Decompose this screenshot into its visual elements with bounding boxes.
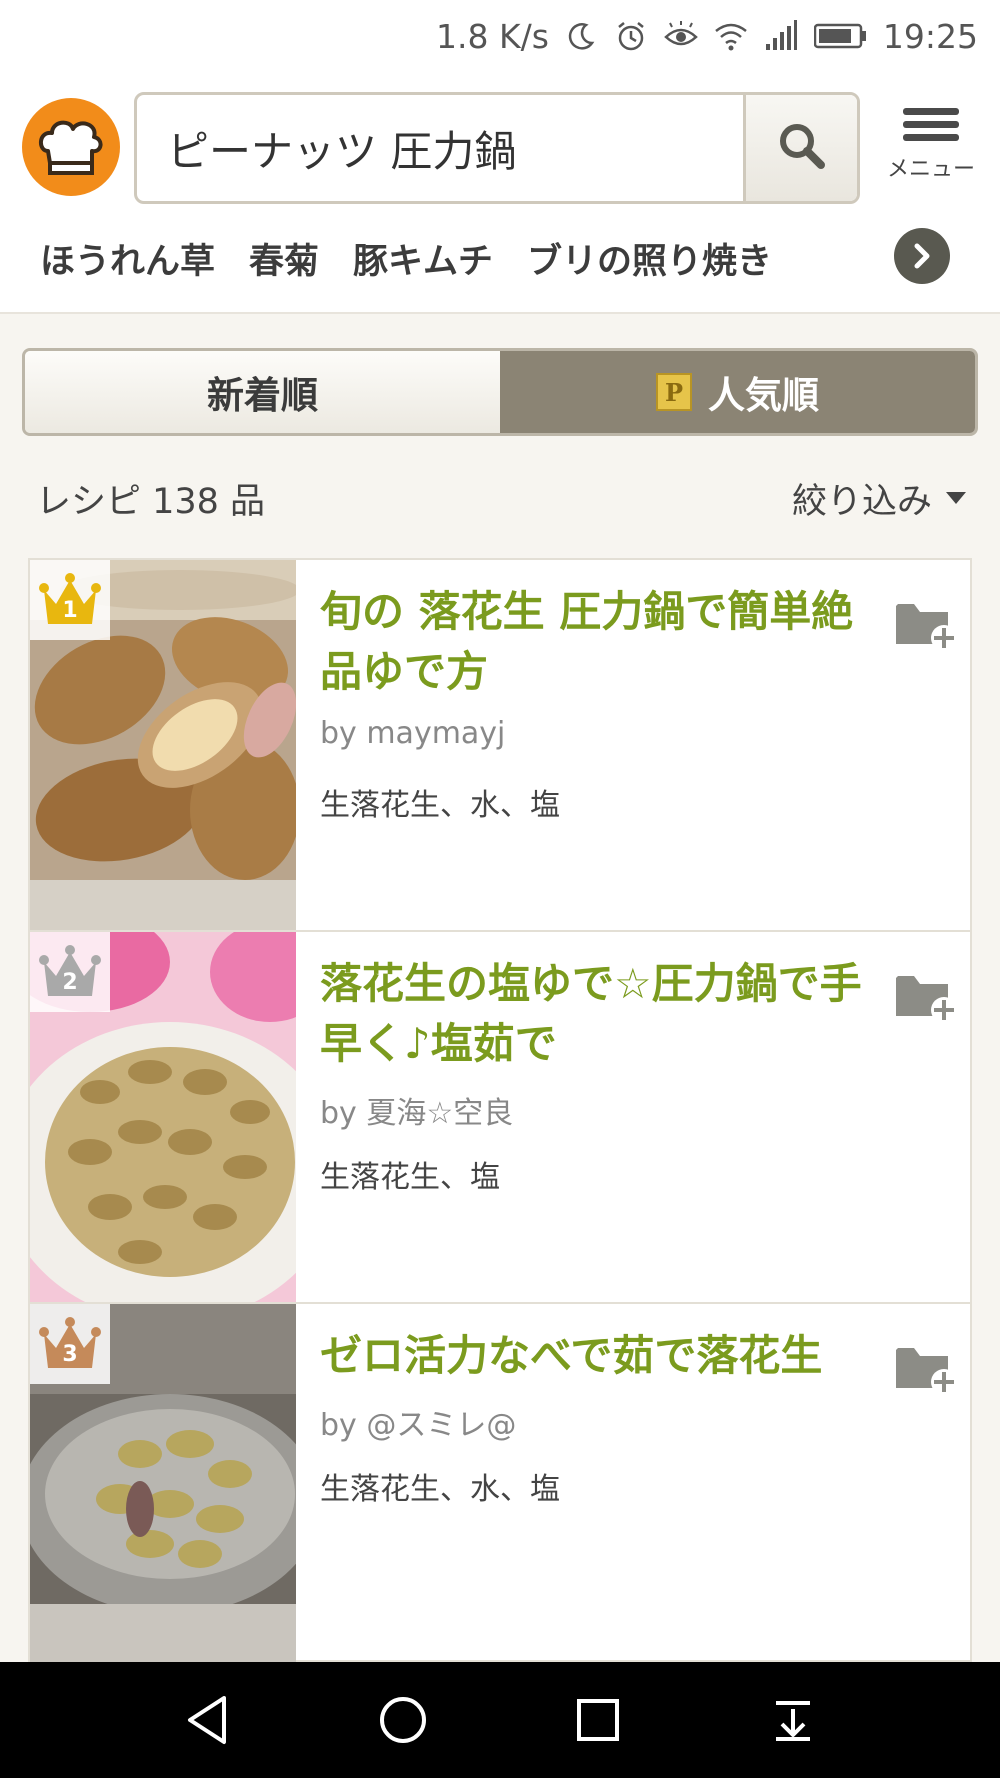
- results-toolbar: レシピ 138 品 絞り込み: [36, 470, 966, 526]
- notification-pull-icon[interactable]: [763, 1690, 823, 1750]
- recipe-card[interactable]: 2 落花生の塩ゆで☆圧力鍋で手早く♪塩茹で by 夏海☆空良 生落花生、塩: [28, 930, 972, 1302]
- recipe-author[interactable]: by maymayj: [320, 716, 505, 751]
- filter-dropdown[interactable]: 絞り込み: [792, 473, 966, 524]
- trending-keywords: ほうれん草 春菊 豚キムチ ブリの照り焼き: [40, 228, 772, 288]
- recipe-title[interactable]: ゼロ活力なべで茹で落花生: [320, 1326, 880, 1386]
- sort-tabs: 新着順 P 人気順: [22, 348, 978, 436]
- status-bar: 1.8 K/s 19:25: [0, 0, 1000, 72]
- chevron-right-icon: [914, 243, 930, 269]
- rank-number: 3: [62, 1342, 78, 1367]
- wifi-icon: [713, 18, 749, 54]
- recipe-photo[interactable]: 2: [30, 932, 296, 1302]
- tab-popular-label: 人気順: [708, 374, 819, 417]
- tab-newest-label: 新着順: [207, 374, 318, 417]
- back-icon[interactable]: [178, 1690, 238, 1750]
- keyword-link[interactable]: ブリの照り焼き: [527, 233, 772, 284]
- save-to-folder-icon[interactable]: [894, 968, 958, 1024]
- search-bar: [134, 92, 860, 204]
- recipe-photo[interactable]: 1: [30, 560, 296, 930]
- app-header: メニュー ほうれん草 春菊 豚キムチ ブリの照り焼き: [0, 72, 1000, 314]
- recipe-photo[interactable]: 3: [30, 1304, 296, 1662]
- keyword-link[interactable]: 春菊: [249, 233, 319, 284]
- search-icon: [776, 120, 828, 176]
- recipe-card[interactable]: 1 旬の 落花生 圧力鍋で簡単絶品ゆで方 by maymayj 生落花生、水、塩: [28, 558, 972, 930]
- recipe-card[interactable]: 3 ゼロ活力なべで茹で落花生 by @スミレ@ 生落花生、水、塩: [28, 1302, 972, 1662]
- filter-label: 絞り込み: [791, 481, 932, 522]
- home-icon[interactable]: [373, 1690, 433, 1750]
- recipe-title[interactable]: 旬の 落花生 圧力鍋で簡単絶品ゆで方: [320, 582, 880, 702]
- recipe-ingredients: 生落花生、水、塩: [320, 788, 560, 823]
- alarm-icon: [613, 18, 649, 54]
- rank-badge: 3: [30, 1304, 110, 1384]
- network-speed: 1.8 K/s: [435, 16, 549, 56]
- recipe-author[interactable]: by @スミレ@: [320, 1400, 516, 1444]
- recipe-title[interactable]: 落花生の塩ゆで☆圧力鍋で手早く♪塩茹で: [320, 954, 880, 1074]
- eye-icon: [663, 18, 699, 54]
- system-nav-bar: [0, 1662, 1000, 1778]
- rank-badge: 1: [30, 560, 110, 640]
- chef-hat-icon[interactable]: [22, 98, 120, 196]
- hamburger-icon: [903, 102, 959, 147]
- recipe-ingredients: 生落花生、水、塩: [320, 1472, 560, 1507]
- signal-icon: [763, 18, 799, 54]
- search-input[interactable]: [137, 95, 743, 201]
- clock: 19:25: [882, 16, 978, 56]
- recipe-list: 1 旬の 落花生 圧力鍋で簡単絶品ゆで方 by maymayj 生落花生、水、塩: [28, 558, 972, 1662]
- keyword-link[interactable]: ほうれん草: [40, 233, 215, 284]
- menu-button[interactable]: メニュー: [880, 102, 982, 192]
- battery-icon: [813, 18, 869, 54]
- moon-icon: [563, 18, 599, 54]
- recipe-author[interactable]: by 夏海☆空良: [320, 1088, 513, 1132]
- rank-number: 1: [62, 598, 78, 623]
- tab-newest[interactable]: 新着順: [25, 351, 500, 433]
- search-button[interactable]: [743, 95, 857, 201]
- keyword-link[interactable]: 豚キムチ: [353, 233, 493, 284]
- recipe-count: レシピ 138 品: [36, 481, 266, 522]
- keywords-next-button[interactable]: [894, 228, 950, 284]
- save-to-folder-icon[interactable]: [894, 1340, 958, 1396]
- recipe-ingredients: 生落花生、塩: [320, 1160, 500, 1195]
- rank-badge: 2: [30, 932, 110, 1012]
- rank-number: 2: [62, 970, 78, 995]
- save-to-folder-icon[interactable]: [894, 596, 958, 652]
- menu-label: メニュー: [886, 157, 975, 182]
- recents-icon[interactable]: [568, 1690, 628, 1750]
- tab-popular[interactable]: P 人気順: [500, 351, 975, 433]
- premium-badge-icon: P: [656, 373, 692, 411]
- caret-down-icon: [946, 492, 966, 504]
